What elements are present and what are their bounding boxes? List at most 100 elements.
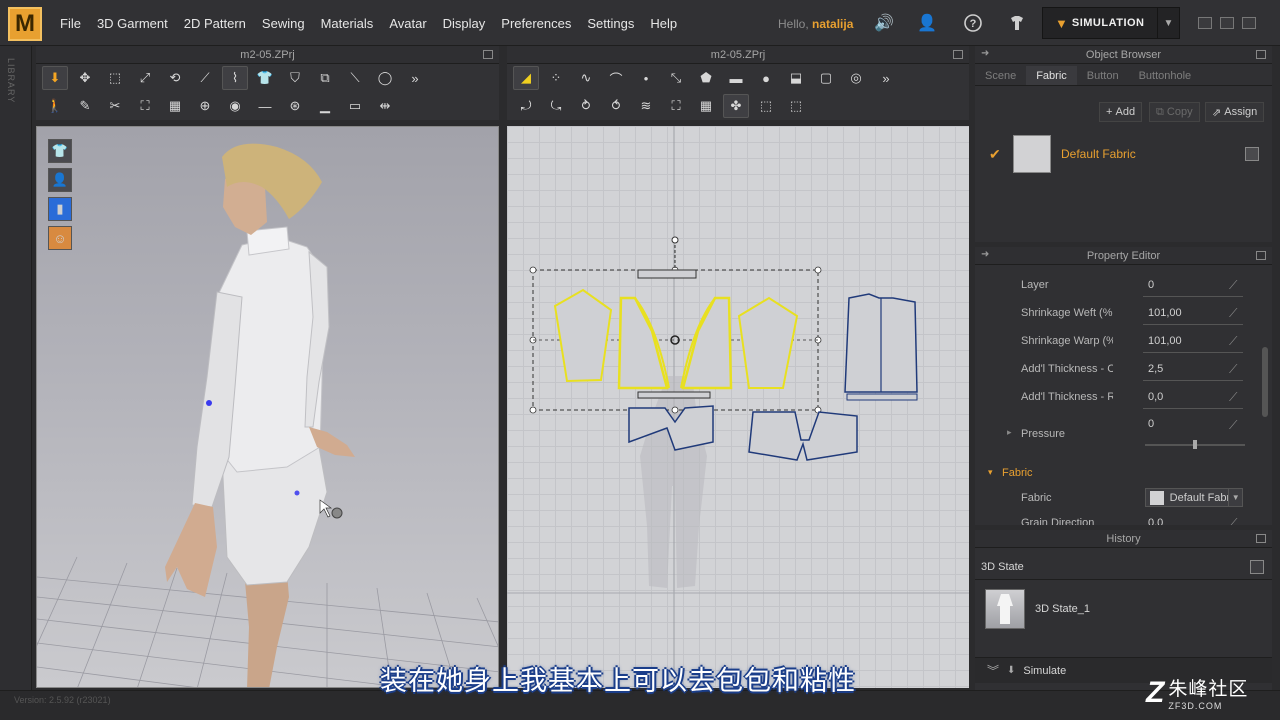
menu-avatar[interactable]: Avatar: [381, 16, 434, 31]
property-row-shrinkage-warp[interactable]: Shrinkage Warp (% 101,00 ⟋: [975, 328, 1255, 354]
popout-icon[interactable]: [953, 50, 963, 59]
trace-icon[interactable]: ⬚: [753, 94, 779, 118]
fabric-section-header[interactable]: ▾ Fabric: [975, 460, 1255, 486]
more-tools-icon[interactable]: »: [873, 66, 899, 90]
garment-tool-icon[interactable]: 👕: [252, 66, 278, 90]
pin-icon[interactable]: ⟋: [1229, 516, 1237, 525]
user-name[interactable]: natalija: [812, 17, 853, 31]
button-icon[interactable]: ◉: [222, 94, 248, 118]
property-value[interactable]: 0: [1148, 279, 1154, 291]
fabric-edit-icon[interactable]: [1245, 147, 1259, 161]
pin-marker[interactable]: [206, 400, 212, 406]
property-scrollbar[interactable]: [1262, 347, 1268, 417]
pattern-sleeve-left[interactable]: [553, 288, 613, 383]
double-chevron-icon[interactable]: ︾: [987, 662, 999, 679]
select-box-tool-icon[interactable]: ⬚: [102, 66, 128, 90]
maximize-button[interactable]: [1220, 17, 1234, 29]
popout-icon[interactable]: [1256, 50, 1266, 59]
tape-icon[interactable]: ≋: [633, 94, 659, 118]
user-account-icon[interactable]: 👤: [916, 12, 938, 34]
polygon-icon[interactable]: ⬟: [693, 66, 719, 90]
assign-button[interactable]: ⇗ Assign: [1205, 102, 1265, 122]
measure-line-icon[interactable]: —: [252, 94, 278, 118]
minimize-button[interactable]: [1198, 17, 1212, 29]
checker-icon[interactable]: ▦: [693, 94, 719, 118]
edit-line-icon[interactable]: ⤡: [663, 66, 689, 90]
menu-2d-pattern[interactable]: 2D Pattern: [176, 16, 254, 31]
history-state-item[interactable]: 3D State_1: [985, 588, 1265, 630]
show-avatar-toggle-icon[interactable]: 👤: [48, 168, 72, 192]
texture-icon[interactable]: ⛶: [663, 94, 689, 118]
arrange-tool-icon[interactable]: ⧉: [312, 66, 338, 90]
simulation-dropdown-icon[interactable]: ▼: [1157, 8, 1179, 38]
pin-icon[interactable]: ⟋: [1229, 278, 1237, 293]
show-garment-icon[interactable]: ⛉: [282, 66, 308, 90]
pattern-collar[interactable]: [637, 269, 697, 279]
pin-marker[interactable]: [294, 490, 300, 496]
button-add-icon[interactable]: ⊕: [192, 94, 218, 118]
pin-icon[interactable]: ⟋: [1229, 362, 1237, 377]
property-row-thickness-rendering[interactable]: Add'l Thickness - Rendering 0,0 ⟋: [975, 384, 1255, 410]
save-state-icon[interactable]: [1250, 559, 1264, 574]
chevron-down-icon[interactable]: ▼: [1228, 489, 1242, 506]
needle-icon[interactable]: ✂: [102, 94, 128, 118]
help-icon[interactable]: ?: [962, 12, 984, 34]
fabric-select[interactable]: Default Fabric ▼: [1145, 488, 1243, 507]
transform-pattern-icon[interactable]: ◢: [513, 66, 539, 90]
add-point-icon[interactable]: •: [633, 66, 659, 90]
viewport-3d[interactable]: 👕 👤 ▮ ☺: [36, 126, 499, 688]
curve-point-icon[interactable]: ⌒: [603, 66, 629, 90]
pin-add-icon[interactable]: ⊛: [282, 94, 308, 118]
simulation-button[interactable]: ▼ SIMULATION ▼: [1042, 7, 1180, 39]
tab-button[interactable]: Button: [1077, 66, 1129, 85]
ring-tool-icon[interactable]: ◯: [372, 66, 398, 90]
tab-scene[interactable]: Scene: [975, 66, 1026, 85]
align-bottom-icon[interactable]: ▁: [312, 94, 338, 118]
menu-materials[interactable]: Materials: [313, 16, 382, 31]
grade-icon[interactable]: ⬚: [783, 94, 809, 118]
library-sidebar[interactable]: LIBRARY: [0, 46, 32, 690]
fabric-list-item[interactable]: ✔ Default Fabric: [989, 134, 1259, 174]
sewing-3d-icon[interactable]: ✎: [72, 94, 98, 118]
menu-sewing[interactable]: Sewing: [254, 16, 313, 31]
rotate-tool-icon[interactable]: ⟲: [162, 66, 188, 90]
checker-icon[interactable]: ▦: [162, 94, 188, 118]
property-row-grain-direction[interactable]: Grain Direction 0,0 ⟋: [975, 510, 1255, 525]
rotate-handle[interactable]: [671, 236, 679, 244]
pin-icon[interactable]: ⟋: [1229, 334, 1237, 349]
menu-3d-garment[interactable]: 3D Garment: [89, 16, 176, 31]
add-button[interactable]: + Add: [1099, 102, 1143, 122]
viewport-2d[interactable]: [507, 126, 969, 688]
fit-avatar-icon[interactable]: ⛶: [132, 94, 158, 118]
property-row-thickness-collision[interactable]: Add'l Thickness - Collision 2,5 ⟋: [975, 356, 1255, 382]
fold-arrow-tool-icon[interactable]: ⬇: [42, 66, 68, 90]
menu-preferences[interactable]: Preferences: [493, 16, 579, 31]
edit-curve-icon[interactable]: ∿: [573, 66, 599, 90]
more-tools-icon[interactable]: »: [402, 66, 428, 90]
expand-arrow-icon[interactable]: ▸: [1007, 427, 1012, 438]
m-n-sewing-icon[interactable]: ⥁: [573, 94, 599, 118]
tab-buttonhole[interactable]: Buttonhole: [1129, 66, 1202, 85]
property-row-shrinkage-weft[interactable]: Shrinkage Weft (% 101,00 ⟋: [975, 300, 1255, 326]
pin-icon[interactable]: ⟋: [1229, 418, 1237, 433]
rectangle-icon[interactable]: ▬: [723, 66, 749, 90]
menu-help[interactable]: Help: [642, 16, 685, 31]
circle-icon[interactable]: ●: [753, 66, 779, 90]
pattern-shorts-back[interactable]: [748, 411, 858, 461]
panel-arrow-icon[interactable]: ➜: [981, 249, 989, 260]
property-value[interactable]: 101,00: [1148, 335, 1182, 347]
avatar-face-toggle-icon[interactable]: ☺: [48, 226, 72, 250]
scale-tool-icon[interactable]: ⤢: [132, 66, 158, 90]
internal-rectangle-icon[interactable]: ▢: [813, 66, 839, 90]
line-tool-icon[interactable]: ⟍: [342, 66, 368, 90]
property-row-fabric[interactable]: Fabric Default Fabric ▼: [975, 485, 1255, 511]
edit-sewing-icon[interactable]: ⥀: [603, 94, 629, 118]
pin-icon[interactable]: ⟋: [1229, 306, 1237, 321]
pin-icon[interactable]: ⟋: [1229, 390, 1237, 405]
free-sewing-icon[interactable]: ⤿: [543, 94, 569, 118]
property-row-layer[interactable]: Layer 0 ⟋: [975, 272, 1255, 298]
popout-icon[interactable]: [1256, 251, 1266, 260]
panel-arrow-icon[interactable]: ➜: [981, 48, 989, 59]
segment-sewing-icon[interactable]: ⤾: [513, 94, 539, 118]
pin-tool-icon[interactable]: ⟋: [192, 66, 218, 90]
